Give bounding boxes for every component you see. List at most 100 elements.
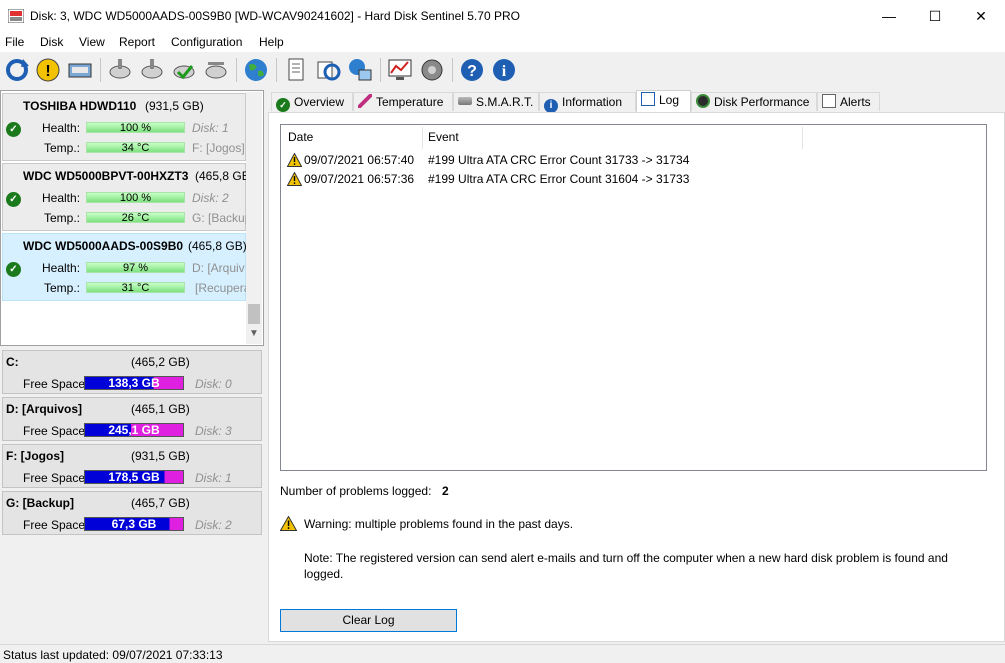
warning-text: Warning: multiple problems found in the … [304, 517, 574, 531]
warning-icon [280, 516, 297, 531]
toolbar-separator [276, 58, 277, 82]
volume-disk: Disk: 2 [195, 518, 232, 532]
temp-label: Temp.: [44, 141, 81, 155]
sync-report-icon[interactable] [314, 56, 342, 84]
menu-file[interactable]: File [5, 35, 24, 49]
disk-card-selected[interactable]: WDC WD5000AADS-00S9B0 (465,8 GB) ✓ Healt… [2, 233, 250, 301]
temp-label: Temp.: [44, 211, 81, 225]
volume-size: (465,1 GB) [131, 402, 190, 416]
toolbar-separator [452, 58, 453, 82]
free-space-label: Free Space [23, 377, 86, 391]
tab-label: Temperature [376, 95, 444, 109]
monitor-graph-icon[interactable] [386, 56, 414, 84]
svg-text:?: ? [467, 63, 477, 80]
warning-disk-icon[interactable]: ! [34, 56, 62, 84]
menu-view[interactable]: View [79, 35, 105, 49]
tab-label: Alerts [840, 95, 871, 109]
svg-text:!: ! [45, 63, 50, 80]
column-separator [422, 127, 423, 149]
temp-bar: 31 °C [86, 282, 185, 294]
problems-count: 2 [442, 484, 449, 498]
globe-icon[interactable] [242, 56, 270, 84]
help-icon[interactable]: ? [458, 56, 486, 84]
tab-smart[interactable]: S.M.A.R.T. [453, 92, 539, 111]
volume-card[interactable]: D: [Arquivos] (465,1 GB) Free Space 245,… [2, 397, 262, 441]
health-bar: 97 % [86, 262, 185, 274]
column-date[interactable]: Date [288, 130, 313, 144]
scroll-down-arrow-icon[interactable]: ▼ [249, 328, 259, 339]
network-report-icon[interactable] [346, 56, 374, 84]
tab-temperature[interactable]: Temperature [353, 92, 453, 111]
disk-name: WDC WD5000BPVT-00HXZT3 [23, 169, 189, 183]
free-space-bar: 138,3 GB [84, 376, 184, 390]
clear-log-button[interactable]: Clear Log [280, 609, 457, 632]
drive-letter: [Recupera [195, 281, 251, 295]
status-bar: Status last updated: 09/07/2021 07:33:13 [0, 644, 1005, 663]
health-label: Health: [42, 191, 81, 205]
disk-size: (465,8 GB) [195, 169, 254, 183]
refresh-icon[interactable] [3, 56, 31, 84]
drive-letter: G: [Backup [192, 211, 252, 225]
disk-test-icon[interactable] [106, 56, 134, 84]
check-icon: ✓ [276, 98, 290, 112]
menu-bar: File Disk View Report Configuration Help [0, 32, 1005, 52]
health-label: Health: [42, 121, 81, 135]
document-icon [822, 94, 836, 108]
log-date: 09/07/2021 06:57:36 [304, 172, 415, 186]
menu-configuration[interactable]: Configuration [171, 35, 242, 49]
sound-icon[interactable] [418, 56, 446, 84]
volume-card[interactable]: F: [Jogos] (931,5 GB) Free Space 178,5 G… [2, 444, 262, 488]
volume-card[interactable]: C: (465,2 GB) Free Space 138,3 GB Disk: … [2, 350, 262, 394]
maximize-button[interactable]: ☐ [912, 0, 958, 32]
health-ok-icon: ✓ [6, 122, 21, 137]
tab-overview[interactable]: ✓ Overview [271, 92, 353, 112]
menu-help[interactable]: Help [259, 35, 284, 49]
warning-icon [287, 153, 302, 167]
status-text: Status last updated: 09/07/2021 07:33:13 [3, 648, 223, 662]
tab-label: Information [562, 95, 623, 109]
title-bar: Disk: 3, WDC WD5000AADS-00S9B0 [WD-WCAV9… [0, 0, 1005, 32]
problems-count-label: Number of problems logged: [280, 484, 432, 498]
gauge-icon [696, 94, 710, 108]
minimize-button[interactable]: — [866, 0, 912, 32]
disk-check-icon[interactable] [170, 56, 198, 84]
toolbar: ! ? i [0, 52, 1005, 88]
tab-label: Overview [294, 95, 345, 109]
column-event[interactable]: Event [428, 130, 459, 144]
free-space-bar: 245,1 GB [84, 423, 184, 437]
log-event: #199 Ultra ATA CRC Error Count 31733 -> … [428, 153, 690, 167]
disk-surface-test-icon[interactable] [138, 56, 166, 84]
tab-alerts[interactable]: Alerts [817, 92, 880, 111]
volume-card[interactable]: G: [Backup] (465,7 GB) Free Space 67,3 G… [2, 491, 262, 535]
health-label: Health: [42, 261, 81, 275]
tab-disk-performance[interactable]: Disk Performance [691, 92, 817, 111]
note-text-line1: Note: The registered version can send al… [304, 551, 948, 565]
menu-report[interactable]: Report [119, 35, 155, 49]
free-space-bar: 178,5 GB [84, 470, 184, 484]
disk-list-scrollbar[interactable]: ▼ [246, 92, 262, 344]
disk-tool-icon[interactable] [202, 56, 230, 84]
disk-info-icon[interactable] [66, 56, 94, 84]
toolbar-separator [236, 58, 237, 82]
report-icon[interactable] [282, 56, 310, 84]
disk-card[interactable]: WDC WD5000BPVT-00HXZT3 (465,8 GB) ✓ Heal… [2, 163, 254, 231]
close-button[interactable]: ✕ [958, 0, 1004, 32]
drive-letter: F: [Jogos] [192, 141, 245, 155]
disk-number: Disk: 2 [192, 191, 229, 205]
svg-text:i: i [502, 63, 507, 80]
info-icon[interactable]: i [490, 56, 518, 84]
volume-size: (465,7 GB) [131, 496, 190, 510]
disk-card[interactable]: TOSHIBA HDWD110 (931,5 GB) ✓ Health: 100… [2, 93, 246, 161]
scrollbar-thumb[interactable] [248, 304, 260, 324]
tab-information[interactable]: i Information [539, 92, 636, 113]
column-separator [802, 127, 803, 149]
toolbar-separator [380, 58, 381, 82]
log-list[interactable]: Date Event 09/07/2021 06:57:40 #199 Ultr… [280, 124, 987, 471]
menu-disk[interactable]: Disk [40, 35, 63, 49]
health-bar: 100 % [86, 122, 185, 134]
tab-log[interactable]: Log [636, 90, 691, 113]
info-icon: i [544, 99, 558, 113]
disk-size: (931,5 GB) [145, 99, 204, 113]
volume-name: D: [Arquivos] [6, 402, 82, 416]
app-icon [8, 9, 24, 23]
